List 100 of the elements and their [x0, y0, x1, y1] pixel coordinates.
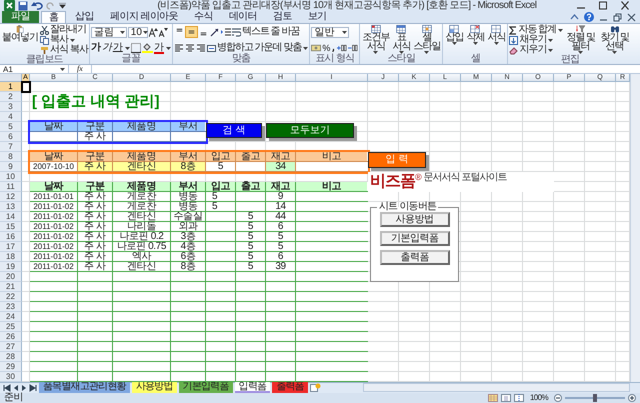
copy-button[interactable]: 복사	[40, 35, 88, 45]
previous-sheet-icon[interactable]	[13, 384, 19, 392]
row-header[interactable]: 1	[0, 82, 22, 92]
row-header[interactable]: 20	[0, 272, 22, 282]
close-icon[interactable]	[620, 1, 630, 10]
row-header[interactable]: 25	[0, 322, 22, 332]
format-painter-button[interactable]: 서식 복사	[40, 45, 88, 55]
increase-decimal-icon[interactable]	[337, 43, 348, 53]
row-header[interactable]: 8	[0, 152, 22, 162]
vertical-align-icon[interactable]	[186, 27, 197, 37]
font-color-button[interactable]: 가	[154, 42, 164, 54]
input-field[interactable]: 34	[266, 162, 295, 171]
ribbon-tab[interactable]: 검토	[266, 11, 299, 23]
sheet-nav-button[interactable]: 사용방법	[380, 212, 450, 227]
row-header[interactable]: 26	[0, 332, 22, 342]
input-field[interactable]: 겐타신	[113, 162, 170, 171]
style-button[interactable]: 표 서식	[391, 25, 412, 54]
row-header[interactable]: 23	[0, 302, 22, 312]
grow-font-icon[interactable]	[148, 28, 158, 36]
row-header[interactable]: 14	[0, 212, 22, 222]
sheet-tab[interactable]: 기본입력폼	[178, 382, 233, 393]
sheet-tab[interactable]: 사용방법	[132, 382, 177, 393]
zoom-in-icon[interactable]	[628, 394, 636, 402]
ribbon-tab[interactable]: 홈	[40, 11, 66, 23]
font-style-button[interactable]: 가	[102, 43, 112, 53]
ribbon-tab[interactable]: 파일	[2, 11, 39, 23]
next-sheet-icon[interactable]	[21, 384, 27, 392]
name-box[interactable]: A1	[0, 65, 69, 73]
active-cell[interactable]	[21, 81, 31, 93]
first-sheet-icon[interactable]	[3, 384, 11, 392]
font-style-button[interactable]: 가	[112, 43, 123, 53]
ribbon-tab[interactable]: 삽입	[68, 11, 102, 23]
font-name-field[interactable]: 굴림	[90, 26, 127, 38]
align-left-icon[interactable]	[174, 43, 184, 53]
row-header[interactable]: 12	[0, 192, 22, 202]
input-field[interactable]: 주 사	[78, 162, 112, 171]
row-header[interactable]: 17	[0, 242, 22, 252]
row-header[interactable]: 9	[0, 162, 22, 172]
row-header[interactable]: 10	[0, 172, 22, 182]
style-button[interactable]: 셀 스타일	[412, 25, 442, 54]
sheet-tab[interactable]: 입력폼	[234, 382, 270, 393]
sheet-tab[interactable]: 품목별재고관리현황	[39, 382, 130, 393]
clear-button[interactable]: 지우기	[509, 45, 564, 55]
page-layout-icon[interactable]	[500, 394, 511, 402]
sheet-nav-button[interactable]: 기본입력폼	[380, 231, 450, 246]
row-header[interactable]: 21	[0, 282, 22, 292]
row-header[interactable]: 11	[0, 182, 22, 192]
vertical-scrollbar[interactable]	[630, 74, 640, 382]
zoom-slider-thumb[interactable]	[593, 394, 597, 402]
number-format-field[interactable]: 일반	[311, 26, 350, 38]
zoom-level[interactable]: 100%	[530, 393, 548, 403]
paste-button[interactable]: 붙여넣기	[1, 25, 39, 43]
search-button[interactable]: 검 색	[206, 123, 262, 138]
input-field[interactable]: 2007-10-10	[30, 162, 77, 171]
sheet-tab[interactable]: 출력폼	[272, 382, 308, 393]
merge-center-button[interactable]: 병합하고 가운데 맞춤	[206, 43, 308, 53]
page-break-icon[interactable]	[514, 394, 524, 402]
horizontal-scrollbar[interactable]	[362, 383, 630, 392]
last-sheet-icon[interactable]	[29, 384, 37, 392]
row-header[interactable]: 18	[0, 252, 22, 262]
row-header[interactable]: 13	[0, 202, 22, 212]
row-header[interactable]: 3	[0, 102, 22, 112]
ribbon-tab[interactable]: 데이터	[222, 11, 264, 23]
row-header[interactable]: 16	[0, 232, 22, 242]
maximize-icon[interactable]	[598, 1, 608, 10]
row-header[interactable]: 28	[0, 352, 22, 362]
ribbon-tab[interactable]: 보기	[300, 11, 334, 23]
collapse-ribbon-icon[interactable]	[570, 12, 579, 22]
find-select-button[interactable]: 찾기 및 선택	[598, 25, 632, 54]
align-center-icon[interactable]	[184, 43, 195, 53]
align-right-icon[interactable]	[196, 43, 206, 53]
show-all-button[interactable]: 모두보기	[266, 123, 354, 138]
ribbon-tab[interactable]: 수식	[187, 11, 220, 23]
row-header[interactable]: 22	[0, 292, 22, 302]
row-header[interactable]: 7	[0, 142, 22, 152]
shrink-font-icon[interactable]	[158, 28, 168, 36]
insert-function-button[interactable]: fx	[73, 65, 87, 73]
new-sheet-icon[interactable]	[310, 383, 321, 392]
row-header[interactable]: 19	[0, 262, 22, 272]
percent-button[interactable]: %	[322, 43, 330, 53]
row-header[interactable]: 29	[0, 362, 22, 372]
wrap-text-button[interactable]: 텍스트 줄 바꿈	[232, 27, 300, 37]
row-header[interactable]: 24	[0, 312, 22, 322]
row-header[interactable]: 4	[0, 112, 22, 122]
text-orientation-icon[interactable]	[210, 27, 220, 37]
zoom-out-icon[interactable]	[554, 394, 562, 402]
row-header[interactable]: 5	[0, 122, 22, 132]
indent-icon[interactable]	[220, 27, 231, 37]
help-icon[interactable]	[584, 12, 594, 22]
input-field[interactable]: 8층	[171, 162, 205, 171]
row-header[interactable]: 2	[0, 92, 22, 102]
decrease-decimal-icon[interactable]	[348, 43, 358, 53]
fill-color-icon[interactable]	[142, 43, 153, 53]
fill-button[interactable]: 채우기	[509, 35, 564, 45]
row-header[interactable]: 27	[0, 342, 22, 352]
font-size-field[interactable]: 10	[128, 26, 148, 38]
currency-icon[interactable]	[311, 43, 322, 53]
restore-icon[interactable]	[613, 12, 622, 22]
font-style-button[interactable]: 가	[90, 43, 101, 53]
cells-button[interactable]: 서식	[486, 25, 506, 45]
